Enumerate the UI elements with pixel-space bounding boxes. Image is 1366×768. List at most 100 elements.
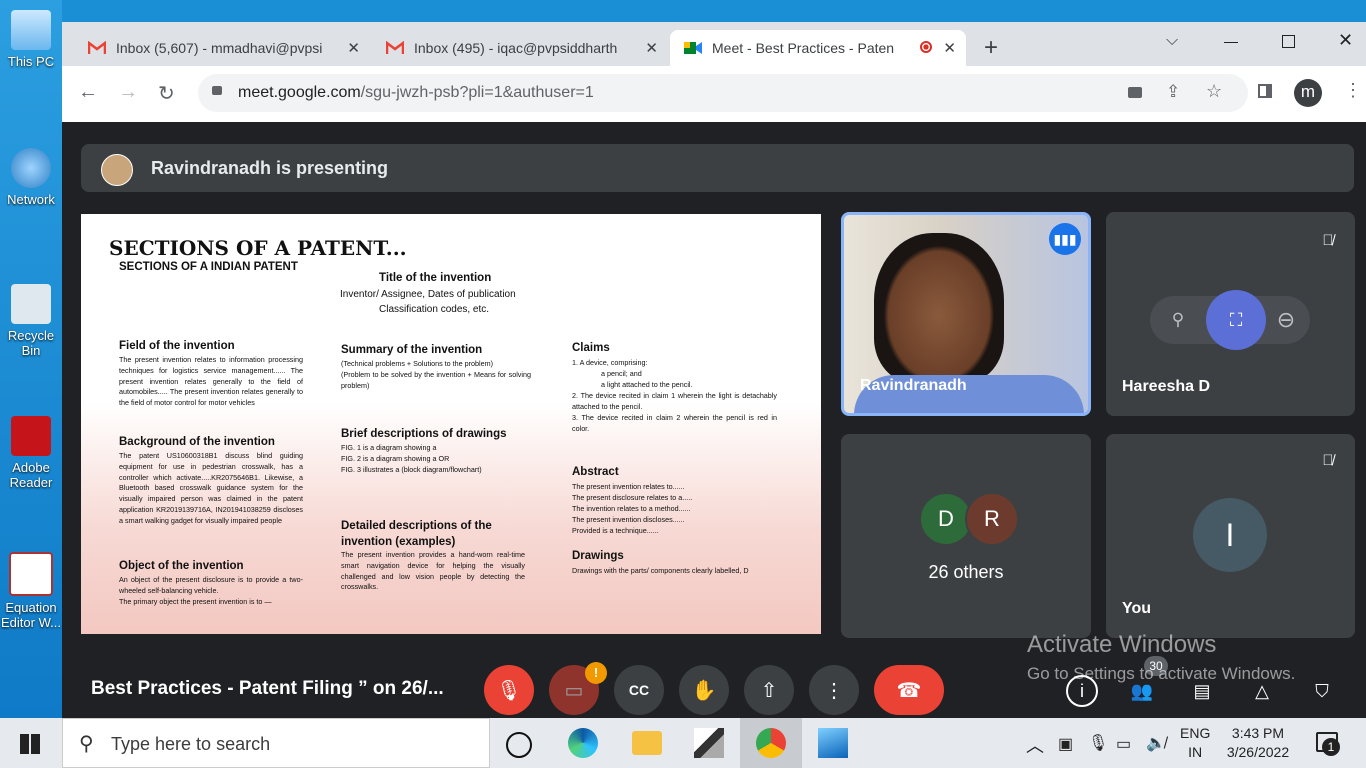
participant-tile-hareesha[interactable]: 🎙̸ ⚲ ⛶ ⊖ Hareesha D [1106,212,1355,416]
photos-icon[interactable] [818,728,848,758]
search-placeholder: Type here to search [111,734,271,754]
scanner-app-icon[interactable] [694,728,724,758]
maximize-button[interactable] [1282,35,1295,48]
desktop-icon-label: Equation Editor W... [1,600,61,630]
claims-body-1: 1. A device, comprising: [572,358,648,367]
lock-icon [212,86,222,95]
activate-windows-title: Activate Windows [1027,631,1217,658]
participant-tile-others[interactable]: D R 26 others [841,434,1091,638]
more-options-button[interactable]: ⋮ [809,665,859,715]
chrome-taskbar-button[interactable] [740,718,802,768]
tab-title: Inbox (495) - iqac@pvpsiddharth [414,40,618,56]
camera-off-icon: ▭ [564,679,584,702]
mic-toggle-button[interactable]: 🎙 [484,665,534,715]
raise-hand-button[interactable]: ✋ [679,665,729,715]
participant-tile-presenter[interactable]: ▮▮▮ Ravindranadh [841,212,1091,416]
new-tab-button[interactable]: + [984,34,998,62]
microphone-icon[interactable]: 🎙 [1088,733,1108,753]
url-text[interactable]: meet.google.com/sgu-jwzh-psb?pli=1&authu… [238,84,594,102]
desktop-icon-recycle-bin[interactable]: Recycle Bin [0,284,62,358]
desktop-icon-adobe-reader[interactable]: Adobe Reader [0,416,62,490]
field-heading: Field of the invention [119,340,235,352]
presenting-text: Ravindranadh is presenting [151,158,389,178]
meet-indicator-icon[interactable]: ▣ [1058,734,1073,754]
brief-heading: Brief descriptions of drawings [341,428,507,440]
menu-icon[interactable]: ⋮ [1344,80,1362,101]
mic-off-icon: 🎙 [496,679,522,702]
edge-icon[interactable] [568,728,598,758]
taskbar-search-box[interactable]: ⚲ Type here to search [62,718,490,768]
forward-icon[interactable]: → [118,81,138,104]
chrome-icon [756,728,786,758]
detailed-heading: Detailed descriptions of the invention (… [341,520,492,548]
minimize-button[interactable] [1224,42,1238,43]
lang-bottom: IN [1188,744,1203,760]
close-icon[interactable]: ✕ [943,39,956,57]
host-controls-icon[interactable]: ⛉ [1306,675,1338,707]
equation-editor-icon [9,552,53,596]
fullscreen-icon[interactable]: ⛶ [1206,290,1266,350]
reload-icon[interactable]: ↻ [158,81,175,106]
hand-icon: ✋ [691,679,717,702]
tab-meet[interactable]: Meet - Best Practices - Paten ✕ [670,30,966,66]
close-icon[interactable]: ✕ [645,39,658,57]
bookmark-star-icon[interactable]: ☆ [1206,81,1222,102]
file-explorer-icon[interactable] [632,731,662,755]
task-view-icon[interactable] [506,732,532,758]
desktop-icon-label: Adobe Reader [9,460,53,490]
desktop-icon-equation-editor[interactable]: Equation Editor W... [0,552,62,630]
close-icon[interactable]: ✕ [347,39,360,57]
close-window-button[interactable]: ✕ [1338,30,1353,51]
desktop: This PC Network Recycle Bin Adobe Reader… [0,0,62,718]
back-icon[interactable]: ← [78,81,98,104]
address-bar[interactable]: meet.google.com/sgu-jwzh-psb?pli=1&authu… [198,74,1248,112]
title-invention-heading: Title of the invention [379,272,492,284]
mic-muted-icon: 🎙̸ [1322,451,1334,469]
tab-strip: Inbox (5,607) - mmadhavi@pvpsi ✕ Inbox (… [62,22,1366,66]
search-icon: ⚲ [79,733,94,755]
participant-tile-you[interactable]: 🎙̸ I You [1106,434,1355,638]
claims-body-4: 2. The device recited in claim 1 wherein… [572,391,777,411]
side-panel-icon[interactable] [1258,84,1272,98]
clock-time: 3:43 PM [1231,725,1285,741]
title-line-2: Classification codes, etc. [379,304,490,315]
tab-inbox-iqac[interactable]: Inbox (495) - iqac@pvpsiddharth ✕ [372,30,668,66]
tab-inbox-mmadhavi[interactable]: Inbox (5,607) - mmadhavi@pvpsi ✕ [74,30,370,66]
captions-button[interactable]: CC [614,665,664,715]
brief-body-1: FIG. 1 is a diagram showing a [341,443,437,452]
field-body: The present invention relates to informa… [119,355,303,408]
recording-icon [920,41,932,53]
captions-icon: CC [628,682,650,698]
hang-up-icon: ☎ [896,679,922,702]
camera-icon[interactable] [1128,87,1142,98]
others-count: 26 others [928,562,1004,582]
participant-name: Hareesha D [1122,378,1211,395]
detailed-body: The present invention provides a hand-wo… [341,550,525,592]
participant-name: You [1122,600,1152,617]
abstract-body-1: The present invention relates to...... [572,482,685,491]
camera-alert-badge: ! [585,662,607,684]
language-indicator[interactable]: ENG IN [1180,724,1210,762]
desktop-icon-network[interactable]: Network [0,148,62,207]
remove-icon[interactable]: ⊖ [1270,304,1302,336]
adobe-reader-icon [11,416,51,456]
summary-heading: Summary of the invention [341,344,483,356]
show-hidden-icons[interactable]: ︿ [1026,732,1044,758]
mic-muted-icon: 🎙̸ [1312,224,1344,256]
clock[interactable]: 3:43 PM 3/26/2022 [1222,724,1294,762]
volume-muted-icon[interactable]: 🔈̸ [1146,733,1166,753]
abstract-body-3: The invention relates to a method...... [572,504,691,513]
windows-start-icon[interactable] [20,734,40,754]
share-icon[interactable]: ⇪ [1166,82,1180,102]
desktop-icon-this-pc[interactable]: This PC [0,10,62,69]
pin-icon[interactable]: ⚲ [1162,304,1194,336]
tab-search-icon[interactable]: ⌵ [1166,32,1178,50]
gmail-icon [88,41,106,54]
network-tray-icon[interactable]: ▭ [1116,734,1131,754]
leave-call-button[interactable]: ☎ [874,665,944,715]
participant-name: Ravindranadh [860,377,967,394]
profile-avatar[interactable]: m [1294,79,1322,107]
present-button[interactable]: ⇧ [744,665,794,715]
background-body: The patent US10600318B1 discuss blind gu… [119,451,303,525]
lang-top: ENG [1180,725,1211,741]
